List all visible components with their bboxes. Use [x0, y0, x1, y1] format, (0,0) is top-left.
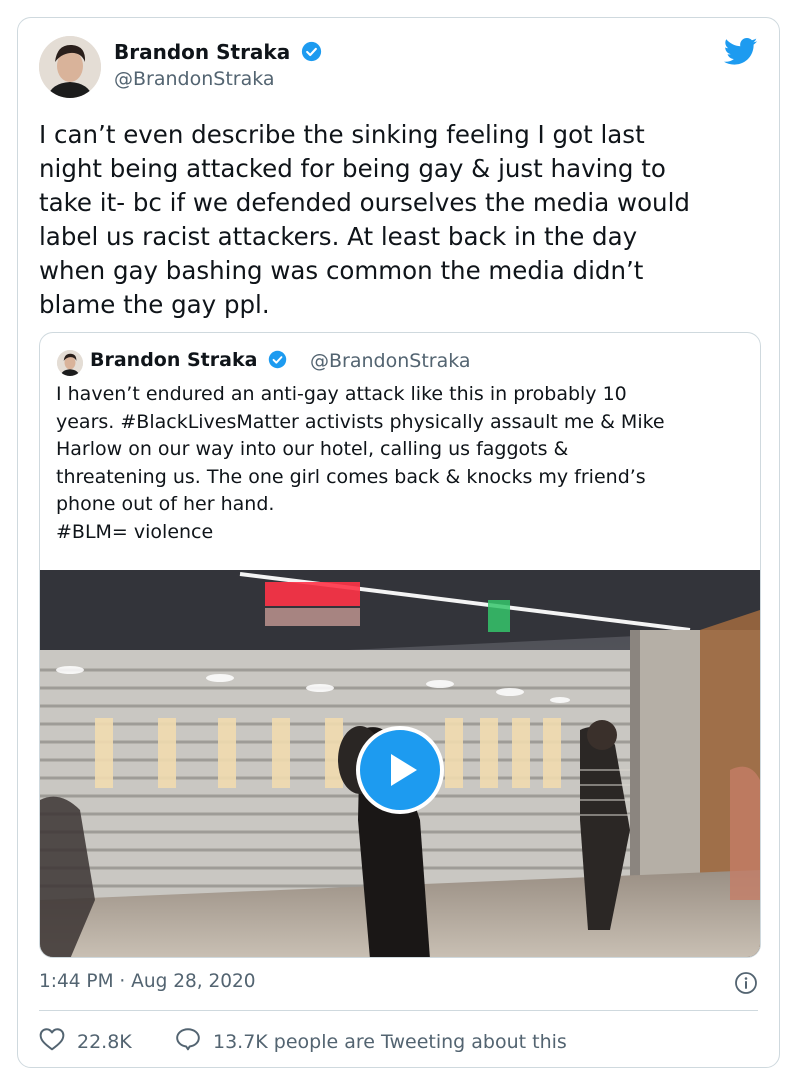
- divider: [39, 1010, 758, 1011]
- author-handle[interactable]: @BrandonStraka: [114, 68, 275, 90]
- twitter-bird-icon[interactable]: [723, 38, 758, 70]
- quoted-author-avatar[interactable]: [57, 350, 83, 376]
- tweet-text: I can’t even describe the sinking feelin…: [39, 120, 690, 319]
- quoted-tweet-text: I haven’t endured an anti-gay attack lik…: [56, 383, 665, 543]
- discussion-text[interactable]: 13.7K people are Tweeting about this: [213, 1031, 567, 1053]
- heart-icon[interactable]: [39, 1027, 65, 1056]
- info-icon[interactable]: [734, 971, 758, 999]
- discussion-action[interactable]: 13.7K people are Tweeting about this: [175, 1027, 567, 1056]
- quoted-author-name-text[interactable]: Brandon Straka: [90, 349, 257, 371]
- author-name-text[interactable]: Brandon Straka: [114, 40, 290, 64]
- author-avatar[interactable]: [39, 36, 101, 98]
- like-count[interactable]: 22.8K: [77, 1031, 132, 1053]
- play-button[interactable]: [356, 726, 444, 814]
- author-display-name[interactable]: Brandon Straka: [114, 40, 322, 67]
- quoted-author-display-name[interactable]: Brandon Straka: [90, 349, 287, 374]
- reply-bubble-icon[interactable]: [175, 1027, 201, 1056]
- like-action[interactable]: 22.8K: [39, 1027, 132, 1056]
- tweet-card[interactable]: Brandon Straka @BrandonStraka I can’t ev…: [17, 17, 780, 1068]
- quoted-tweet[interactable]: Brandon Straka @BrandonStraka I haven’t …: [39, 332, 761, 958]
- verified-badge-icon: [268, 350, 287, 374]
- quoted-author-handle[interactable]: @BrandonStraka: [310, 350, 471, 372]
- quoted-video-thumbnail[interactable]: [40, 570, 760, 957]
- verified-badge-icon: [301, 41, 322, 67]
- play-icon: [391, 754, 417, 786]
- tweet-timestamp[interactable]: 1:44 PM · Aug 28, 2020: [39, 971, 256, 992]
